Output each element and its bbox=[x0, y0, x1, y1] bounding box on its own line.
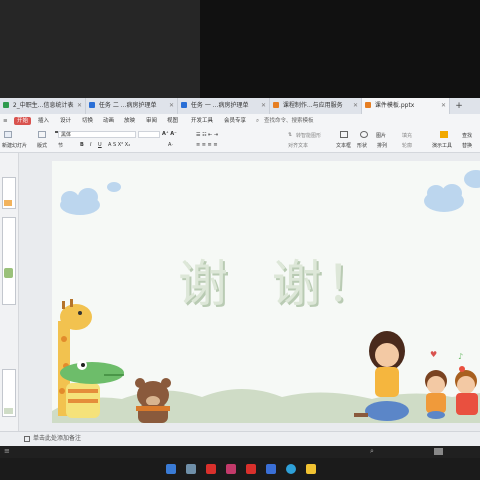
command-search-input[interactable]: 查找命令、搜索模板 bbox=[264, 114, 314, 128]
document-tab-bar: 2_中职生...信息统计表 ✕ 任务 二 ...病房护理单 ✕ 任务 一 ...… bbox=[0, 98, 480, 114]
windows-taskbar bbox=[0, 458, 480, 480]
tab-label: 课程制作...与应用服务 bbox=[282, 102, 343, 109]
layout-label[interactable]: 版式 bbox=[37, 142, 47, 149]
app-icon[interactable] bbox=[266, 464, 276, 474]
menu-member[interactable]: 会员专享 bbox=[224, 114, 246, 128]
shape-label[interactable]: 形状 bbox=[357, 142, 367, 149]
outline-label[interactable]: 轮廓 bbox=[402, 142, 412, 149]
fill-label[interactable]: 填充 bbox=[402, 132, 412, 139]
close-icon[interactable]: ✕ bbox=[77, 98, 82, 114]
text-direction-icon[interactable]: ⇅ bbox=[288, 132, 292, 138]
presenter-tools-label[interactable]: 演示工具 bbox=[432, 142, 452, 149]
menu-developer-tools[interactable]: 开发工具 bbox=[191, 114, 213, 128]
smartart-label[interactable]: 转智能图形 bbox=[296, 132, 321, 139]
play-button-icon[interactable] bbox=[434, 448, 443, 455]
font-name-dropdown[interactable]: 黑体 bbox=[58, 131, 136, 138]
shadow-icon[interactable]: A S X² X₂ bbox=[108, 142, 130, 148]
align-text-label[interactable]: 对齐文本 bbox=[288, 142, 308, 149]
screen-gap: ≡ ⌕ bbox=[0, 446, 480, 458]
layout-icon[interactable] bbox=[38, 131, 46, 138]
background-window-right bbox=[200, 0, 480, 98]
menu-icon[interactable]: ≡ bbox=[4, 447, 10, 455]
folder-icon[interactable] bbox=[306, 464, 316, 474]
font-color-icon[interactable]: A· bbox=[168, 142, 173, 148]
cloud-decoration bbox=[60, 170, 480, 215]
replace-label[interactable]: 替换 bbox=[462, 142, 472, 149]
tab-courseware-template[interactable]: 课件模板.pptx ✕ bbox=[362, 98, 450, 114]
slide-thumbnail[interactable] bbox=[2, 177, 16, 209]
presenter-tools-icon[interactable] bbox=[440, 131, 448, 138]
section-label[interactable]: 节 bbox=[58, 142, 63, 149]
align-icons[interactable]: ≡ ≡ ≡ ≡ bbox=[196, 142, 218, 148]
notes-placeholder[interactable]: 单击此处添加备注 bbox=[33, 432, 81, 446]
underline-icon[interactable]: U bbox=[98, 142, 102, 148]
list-icons[interactable]: ☰ ☷ ⇤ ⇥ bbox=[196, 132, 218, 138]
menu-review[interactable]: 审阅 bbox=[146, 114, 157, 128]
menu-design[interactable]: 设计 bbox=[60, 114, 71, 128]
search-icon[interactable]: ⌕ bbox=[370, 447, 374, 456]
new-tab-button[interactable]: + bbox=[453, 98, 465, 114]
menu-animation[interactable]: 动画 bbox=[103, 114, 114, 128]
presentation-icon bbox=[365, 102, 371, 108]
menu-slideshow[interactable]: 放映 bbox=[124, 114, 135, 128]
edge-icon[interactable] bbox=[286, 464, 296, 474]
tab-label: 任务 一 ...病房护理单 bbox=[190, 102, 249, 109]
tab-task-two[interactable]: 任务 二 ...病房护理单 ✕ bbox=[86, 98, 178, 114]
bold-icon[interactable]: B bbox=[80, 142, 84, 148]
picture-label[interactable]: 图片 bbox=[376, 132, 386, 139]
close-icon[interactable]: ✕ bbox=[441, 98, 446, 114]
slide-thumbnail-panel[interactable] bbox=[0, 153, 19, 431]
font-grow-icon[interactable]: A⁺ A⁻ bbox=[162, 131, 177, 137]
menu-start[interactable]: 开始 bbox=[14, 117, 32, 125]
tab-spreadsheet-stats[interactable]: 2_中职生...信息统计表 ✕ bbox=[0, 98, 86, 114]
font-size-dropdown[interactable] bbox=[138, 131, 160, 138]
taskview-icon[interactable] bbox=[186, 464, 196, 474]
tab-label: 2_中职生...信息统计表 bbox=[12, 102, 74, 109]
hamburger-menu-icon[interactable]: ≡ bbox=[3, 114, 8, 128]
app-icon[interactable] bbox=[226, 464, 236, 474]
textbox-icon[interactable] bbox=[340, 131, 348, 138]
italic-icon[interactable]: I bbox=[90, 142, 91, 148]
slide-canvas[interactable]: ♥ ♪ 谢 谢！ bbox=[52, 161, 480, 423]
document-icon bbox=[181, 102, 187, 108]
start-icon[interactable] bbox=[166, 464, 176, 474]
notes-icon bbox=[24, 436, 30, 442]
shape-icon[interactable] bbox=[360, 131, 368, 138]
new-slide-icon[interactable] bbox=[4, 131, 12, 138]
tab-label: 任务 二 ...病房护理单 bbox=[98, 102, 157, 109]
close-icon[interactable]: ✕ bbox=[353, 98, 358, 114]
new-slide-label[interactable]: 新建幻灯片 bbox=[2, 142, 27, 149]
notes-bar: 单击此处添加备注 bbox=[0, 431, 480, 446]
search-icon[interactable]: ⌕ bbox=[256, 114, 259, 128]
ribbon-menu-bar: ≡ 开始 插入 设计 切换 动画 放映 审阅 视图 开发工具 会员专享 ⌕ 查找… bbox=[0, 114, 480, 128]
document-icon bbox=[89, 102, 95, 108]
spreadsheet-icon bbox=[3, 102, 9, 108]
menu-transition[interactable]: 切换 bbox=[82, 114, 93, 128]
grass-hills bbox=[52, 389, 480, 423]
find-label[interactable]: 查找 bbox=[462, 132, 472, 139]
presentation-icon bbox=[273, 102, 279, 108]
textbox-label[interactable]: 文本框 bbox=[336, 142, 351, 149]
slide-thumbnail[interactable] bbox=[2, 369, 16, 417]
slide-thumbnail[interactable] bbox=[2, 217, 16, 305]
slide-title[interactable]: 谢 谢！ bbox=[178, 244, 398, 316]
menu-insert[interactable]: 插入 bbox=[38, 114, 49, 128]
arrange-label[interactable]: 排列 bbox=[377, 142, 387, 149]
editing-workspace: ♥ ♪ 谢 谢！ bbox=[0, 153, 480, 431]
wps-icon[interactable] bbox=[206, 464, 216, 474]
tab-course-production[interactable]: 课程制作...与应用服务 ✕ bbox=[270, 98, 362, 114]
ribbon-toolbar: 新建幻灯片 版式 节 黑体 A⁺ A⁻ B I U A S X² X₂ A· ☰… bbox=[0, 128, 480, 153]
tab-task-one[interactable]: 任务 一 ...病房护理单 ✕ bbox=[178, 98, 270, 114]
music-note-icon: ♪ bbox=[458, 352, 463, 361]
app-icon[interactable] bbox=[246, 464, 256, 474]
bear-illustration bbox=[135, 378, 171, 423]
close-icon[interactable]: ✕ bbox=[169, 98, 174, 114]
heart-icon: ♥ bbox=[430, 350, 437, 359]
background-window-left bbox=[0, 0, 200, 98]
close-icon[interactable]: ✕ bbox=[261, 98, 266, 114]
tab-label: 课件模板.pptx bbox=[374, 102, 415, 109]
menu-view[interactable]: 视图 bbox=[167, 114, 178, 128]
